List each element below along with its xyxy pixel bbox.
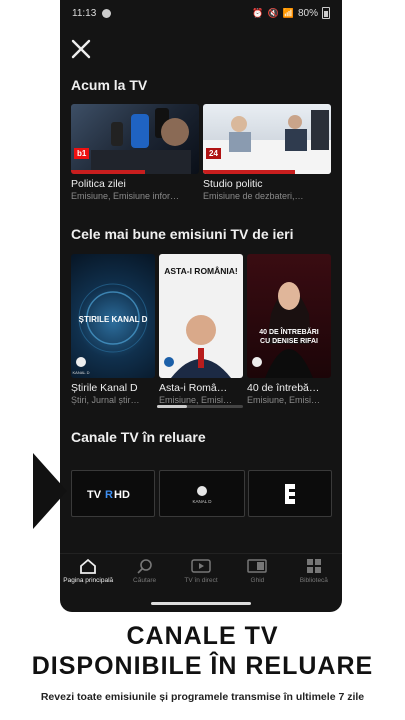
carousel-scroll-indicator [157, 405, 243, 408]
nav-item-search[interactable]: Căutare [116, 554, 172, 596]
channel-tile-e[interactable] [248, 470, 332, 517]
card-subtitle: Emisiune de dezbateri,… [203, 191, 304, 201]
live-thumbnail-2: 24 [203, 104, 331, 174]
wifi-icon: 📶 [282, 7, 294, 18]
nav-item-live-tv[interactable]: TV în direct [173, 554, 229, 596]
card-subtitle: Emisiune, Emisiune infor… [71, 191, 180, 201]
nav-label: Pagina principală [63, 577, 114, 584]
best-card-3[interactable]: 40 DE ÎNTREBĂRI CU DENISE RIFAI 40 de în… [247, 254, 331, 408]
bottom-navigation: Pagina principală Căutare TV în direct G… [60, 553, 342, 596]
best-poster-1: ȘTIRILE KANAL D KANAL D [71, 254, 155, 378]
svg-text:TV: TV [87, 489, 102, 501]
channel-badge: b1 [74, 148, 90, 159]
kanal-d-logo-icon: KANAL D [192, 485, 212, 504]
search-icon [137, 559, 152, 574]
svg-text:HD: HD [114, 489, 130, 501]
nav-item-guide[interactable]: Ghid [229, 554, 285, 596]
section-title-best: Cele mai bune emisiuni TV de ieri [71, 226, 294, 242]
channel-badge: 24 [206, 148, 221, 159]
status-bar: 11:13 ⏰ 🔇 📶 80% [60, 0, 342, 26]
progress-bar [71, 170, 146, 174]
card-subtitle: Știri, Jurnal știr… [71, 395, 140, 405]
section-title-live: Acum la TV [71, 77, 148, 93]
close-icon[interactable] [70, 38, 92, 60]
card-title: Politica zilei [71, 178, 126, 190]
battery-percent: 80% [297, 7, 318, 19]
svg-text:KANAL D: KANAL D [192, 499, 212, 504]
best-poster-3: 40 DE ÎNTREBĂRI CU DENISE RIFAI [247, 254, 331, 378]
poster-text: ȘTIRILE KANAL D [79, 315, 148, 324]
pointer-arrow-icon [33, 453, 67, 529]
live-card-1[interactable]: b1 Politica zilei Emisiune, Emisiune inf… [71, 104, 199, 212]
live-thumbnail-1: b1 [71, 104, 199, 174]
svg-text:CU DENISE RIFAI: CU DENISE RIFAI [260, 338, 318, 345]
phone-screen: 11:13 ⏰ 🔇 📶 80% Acum la TV b1 Politica z… [60, 0, 342, 612]
best-card-2[interactable]: ASTA-I ROMÂNIA! Asta-i Româ… Emisiune, E… [159, 254, 243, 408]
best-card-1[interactable]: ȘTIRILE KANAL D KANAL D Știrile Kanal D … [71, 254, 155, 408]
nav-item-library[interactable]: Bibliotecă [286, 554, 342, 596]
card-subtitle: Emisiune, Emisi… [247, 395, 321, 405]
progress-bar [203, 170, 296, 174]
svg-text:40 DE ÎNTREBĂRI: 40 DE ÎNTREBĂRI [259, 327, 319, 336]
alarm-icon: ⏰ [252, 7, 264, 18]
promo-tagline: Revezi toate emisiunile și programele tr… [40, 691, 365, 703]
home-icon [80, 558, 97, 574]
card-title: Știrile Kanal D [71, 382, 138, 394]
nav-label: Căutare [133, 577, 157, 584]
best-poster-2: ASTA-I ROMÂNIA! [159, 254, 243, 378]
card-title: Studio politic [203, 178, 263, 190]
card-title: Asta-i Româ… [159, 382, 228, 394]
channel-tile-kanal-d[interactable]: KANAL D [159, 470, 245, 517]
svg-text:KANAL D: KANAL D [73, 370, 90, 375]
battery-icon [322, 7, 330, 19]
status-time: 11:13 [72, 7, 97, 19]
mute-icon: 🔇 [267, 7, 279, 18]
channel-tile-tvr-hd[interactable]: TV R HD [71, 470, 155, 517]
section-title-replay: Canale TV în reluare [71, 429, 206, 445]
promo-headline-line1: CANALE TV [126, 622, 279, 650]
nav-label: Bibliotecă [299, 577, 328, 584]
library-icon [306, 559, 321, 573]
home-indicator[interactable] [151, 602, 251, 605]
notification-icon [102, 8, 112, 18]
live-tv-icon [191, 559, 211, 573]
card-subtitle: Emisiune, Emisi… [159, 395, 233, 405]
live-card-2[interactable]: 24 Studio politic Emisiune de dezbateri,… [203, 104, 331, 212]
svg-text:R: R [105, 489, 113, 501]
svg-text:ASTA-I ROMÂNIA!: ASTA-I ROMÂNIA! [164, 265, 238, 276]
guide-icon [247, 559, 268, 573]
card-title: 40 de întrebă… [247, 382, 320, 394]
nav-label: TV în direct [184, 577, 218, 584]
promo-headline-line2: DISPONIBILE ÎN RELUARE [31, 652, 374, 680]
nav-label: Ghid [250, 577, 265, 584]
e-logo-icon [285, 483, 295, 504]
nav-item-home[interactable]: Pagina principală [60, 554, 116, 596]
tvr-hd-logo-icon: TV R HD [87, 489, 130, 501]
